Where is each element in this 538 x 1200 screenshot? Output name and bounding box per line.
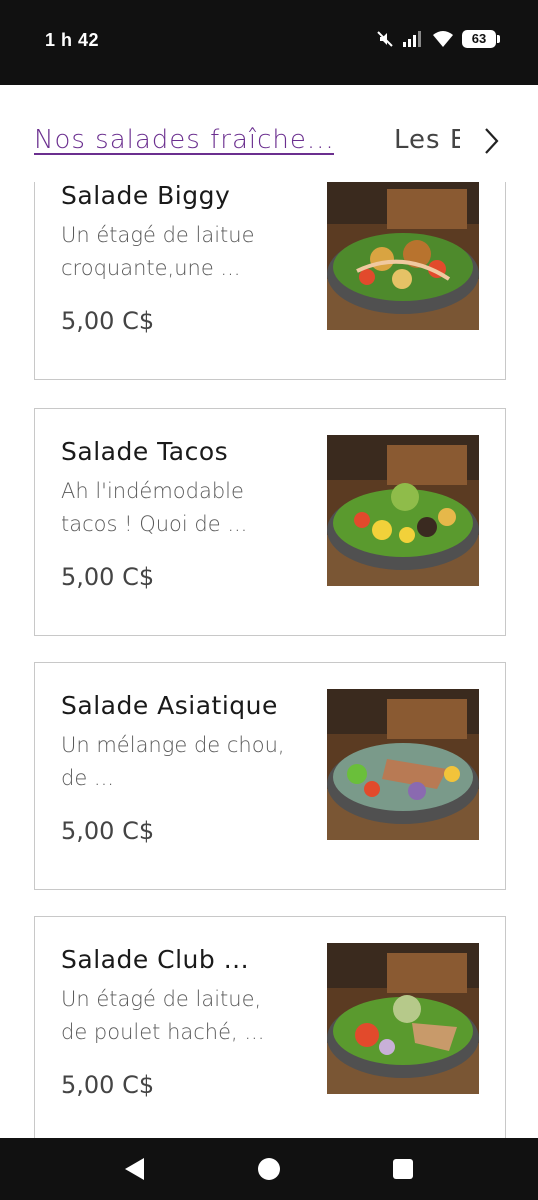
battery-icon: 63 bbox=[462, 30, 500, 48]
system-nav-bar bbox=[0, 1138, 538, 1200]
status-bar: 1 h 42 63 bbox=[0, 0, 538, 85]
item-price: 5,00 C$ bbox=[61, 1071, 155, 1099]
menu-list[interactable]: Salade Biggy Un étagé de laitue croquant… bbox=[0, 182, 538, 1138]
category-tabs: Nos salades fraîche... Les E bbox=[0, 85, 538, 182]
chevron-right-icon[interactable] bbox=[480, 125, 502, 157]
back-icon[interactable] bbox=[122, 1156, 146, 1186]
item-price: 5,00 C$ bbox=[61, 817, 155, 845]
item-title: Salade Asiatique bbox=[61, 691, 278, 720]
status-icons: 63 bbox=[376, 30, 500, 48]
item-price: 5,00 C$ bbox=[61, 563, 155, 591]
list-item[interactable]: Salade Club ... Un étagé de laitue, de p… bbox=[34, 916, 506, 1138]
wifi-icon bbox=[432, 30, 454, 48]
salad-image bbox=[327, 182, 479, 330]
item-title: Salade Club ... bbox=[61, 945, 250, 974]
item-description: Un étagé de laitue, de poulet haché, ... bbox=[61, 987, 265, 1044]
status-time: 1 h 42 bbox=[45, 30, 100, 50]
salad-image bbox=[327, 435, 479, 586]
salad-image bbox=[327, 943, 479, 1094]
home-icon[interactable] bbox=[257, 1156, 281, 1186]
item-price: 5,00 C$ bbox=[61, 307, 155, 335]
item-description: Un étagé de laitue croquante,une ... bbox=[61, 223, 255, 280]
signal-icon bbox=[402, 30, 424, 48]
tab-next-category[interactable]: Les E bbox=[394, 125, 460, 155]
list-item[interactable]: Salade Biggy Un étagé de laitue croquant… bbox=[34, 182, 506, 380]
item-description: Ah l'indémodable tacos ! Quoi de ... bbox=[61, 479, 248, 536]
mute-icon bbox=[376, 30, 394, 48]
list-item[interactable]: Salade Tacos Ah l'indémodable tacos ! Qu… bbox=[34, 408, 506, 636]
item-title: Salade Biggy bbox=[61, 182, 231, 210]
salad-image bbox=[327, 689, 479, 840]
list-item[interactable]: Salade Asiatique Un mélange de chou, de … bbox=[34, 662, 506, 890]
tab-salades[interactable]: Nos salades fraîche... bbox=[34, 125, 334, 155]
item-title: Salade Tacos bbox=[61, 437, 229, 466]
item-description: Un mélange de chou, de ... bbox=[61, 733, 285, 790]
recents-icon[interactable] bbox=[391, 1156, 415, 1186]
